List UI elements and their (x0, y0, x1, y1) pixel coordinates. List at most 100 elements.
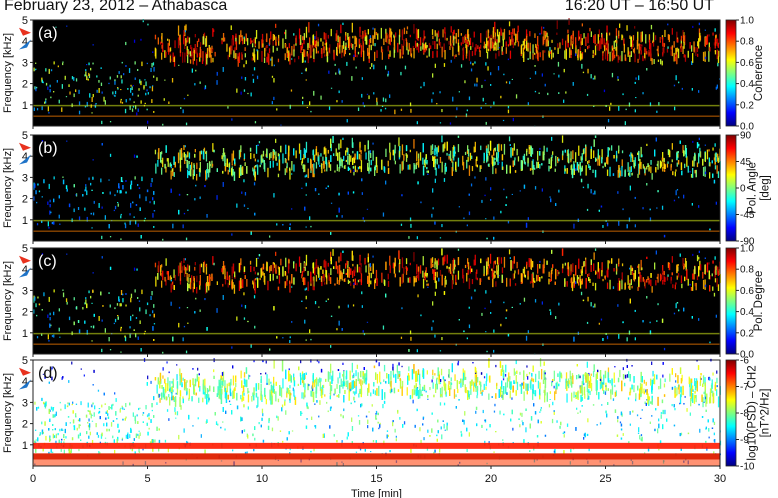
spectrum-streak (362, 217, 364, 220)
spectrum-streak (398, 34, 401, 45)
spectrum-streak (328, 70, 330, 74)
spectrum-streak (375, 156, 378, 167)
spectrum-streak (43, 292, 45, 297)
spectrum-streak (149, 86, 151, 89)
spectrum-streak (622, 93, 624, 96)
spectrum-streak (254, 212, 256, 216)
spectrum-streak (59, 336, 61, 338)
spectrum-streak (516, 261, 518, 269)
spectrum-streak (495, 281, 497, 287)
spectrum-streak (301, 271, 304, 277)
spectrum-streak (65, 96, 68, 98)
spectrum-streak (120, 100, 122, 104)
spectrum-streak (405, 38, 407, 41)
spectrum-streak (422, 143, 424, 153)
spectrum-streak (713, 42, 716, 46)
spectrum-streak (702, 271, 704, 279)
spectrum-streak (492, 27, 495, 37)
spectrum-streak (340, 24, 342, 34)
spectrum-streak (683, 54, 685, 58)
spectrum-streak (334, 170, 336, 173)
spectrum-streak (592, 54, 594, 58)
spectrum-streak (318, 306, 320, 308)
spectrum-streak (137, 336, 139, 340)
spectrum-streak (532, 44, 534, 54)
spectrum-streak (407, 49, 409, 55)
spectrum-streak (714, 384, 716, 390)
spectrum-streak (59, 223, 61, 225)
spectrum-streak (267, 280, 269, 291)
spectrum-streak (353, 169, 355, 172)
spectrum-streak (399, 49, 401, 59)
spectrum-streak (696, 275, 699, 281)
spectrum-streak (91, 227, 93, 229)
spectrum-streak (687, 50, 689, 58)
spectrum-streak (644, 401, 646, 404)
spectrum-streak (557, 43, 559, 49)
spectrum-streak (704, 29, 706, 31)
spectrum-streak (369, 67, 371, 70)
spectrum-streak (413, 163, 415, 174)
spectrum-streak (341, 215, 343, 218)
spectrum-streak (602, 278, 604, 282)
spectrum-streak (325, 187, 327, 189)
spectrum-streak (598, 40, 601, 51)
spectrum-streak (485, 177, 487, 181)
spectrum-streak (621, 279, 623, 290)
spectrum-streak (154, 149, 157, 155)
spectrum-streak (431, 144, 434, 150)
spectrum-streak (194, 83, 196, 86)
spectrum-streak (529, 31, 531, 37)
spectrum-streak (183, 30, 185, 35)
spectrum-streak (302, 101, 304, 105)
spectrum-streak (715, 314, 717, 318)
colorbar-tick-label: 0 (740, 184, 746, 195)
spectrum-streak (446, 254, 448, 264)
spectrum-streak (98, 80, 100, 83)
spectrum-streak (422, 157, 424, 165)
spectrum-streak (524, 274, 526, 278)
spectrum-streak (686, 408, 688, 412)
spectrum-streak (56, 80, 58, 83)
spectrum-streak (492, 274, 494, 280)
spectrum-streak (361, 178, 363, 182)
spectrum-streak (441, 46, 443, 58)
spectrum-streak (474, 176, 476, 179)
spectrum-streak (166, 409, 169, 412)
spectrum-streak (661, 60, 663, 66)
spectrum-streak (243, 317, 246, 320)
spectrum-streak (580, 291, 583, 296)
y-axis-label: Frequency [kHz] (2, 261, 14, 341)
spectrum-streak (374, 28, 376, 39)
spectrum-streak (78, 329, 81, 334)
spectrum-streak (137, 297, 139, 299)
spectrum-streak (244, 275, 246, 279)
spectrum-streak (667, 161, 669, 164)
spectrum-streak (304, 263, 306, 268)
spectrum-streak (581, 270, 583, 276)
spectrum-streak (463, 330, 465, 333)
spectrum-streak (194, 149, 196, 153)
spectrum-streak (627, 275, 629, 285)
spectrum-streak (329, 372, 331, 380)
spectrum-streak (199, 151, 201, 161)
spectrum-streak (216, 195, 218, 200)
spectrum-streak (641, 154, 643, 158)
spectrum-streak (62, 62, 64, 66)
spectrum-streak (325, 42, 328, 51)
spectrum-streak (68, 380, 70, 383)
spectrum-streak (228, 163, 230, 168)
spectrum-streak (450, 59, 452, 63)
spectrum-streak (508, 30, 511, 35)
spectrum-streak (315, 275, 318, 282)
spectrum-streak (550, 311, 552, 316)
spectrum-streak (338, 320, 340, 326)
spectrum-streak (692, 53, 694, 63)
spectrum-streak (161, 52, 163, 60)
spectrum-streak (308, 22, 310, 33)
spectrum-streak (550, 49, 553, 60)
spectrum-streak (432, 150, 434, 155)
spectrum-streak (602, 50, 604, 54)
spectrum-streak (616, 268, 618, 272)
spectrum-streak (627, 162, 629, 172)
